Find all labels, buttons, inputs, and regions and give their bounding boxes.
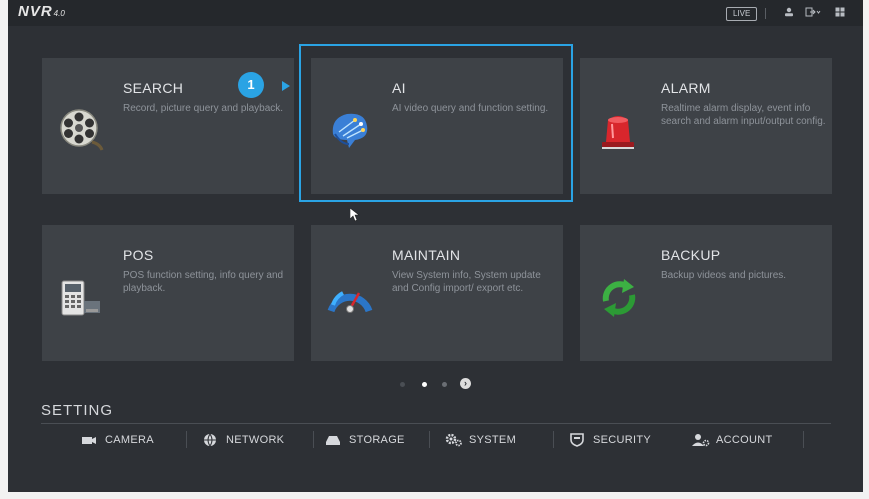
setting-label: SECURITY [593,434,652,446]
tile-pos[interactable]: POS POS function setting, info query and… [42,225,294,361]
setting-network[interactable]: NETWORK [202,430,284,450]
page-dot[interactable] [400,382,405,387]
setting-label: ACCOUNT [716,434,773,446]
tile-alarm[interactable]: ALARM Realtime alarm display, event info… [580,58,832,194]
tile-description: Realtime alarm display, event info searc… [661,103,826,127]
setting-separator [429,431,430,448]
setting-separator [313,431,314,448]
tile-title: POS [123,247,154,263]
tile-title: ALARM [661,80,711,96]
sync-arrows-icon [594,271,644,321]
mouse-cursor-icon [349,207,360,227]
step-arrow-icon [282,81,290,91]
page-indicator: › [400,378,480,390]
user-icon[interactable] [784,7,794,21]
grid-menu-icon[interactable] [835,7,845,21]
next-page-icon[interactable]: › [460,378,471,389]
top-bar: NVR4.0 LIVE [8,0,863,26]
setting-storage[interactable]: STORAGE [325,430,405,450]
film-reel-icon [56,104,106,154]
setting-system[interactable]: SYSTEM [445,430,516,450]
alarm-siren-icon [594,104,644,154]
camera-icon [81,433,97,447]
nvr-logo: NVR4.0 [18,3,65,20]
network-globe-icon [202,433,218,447]
gauge-icon [325,271,375,321]
setting-title: SETTING [41,402,114,419]
live-button[interactable]: LIVE [726,7,758,21]
setting-camera[interactable]: CAMERA [81,430,154,450]
page-dot[interactable] [442,382,447,387]
gears-icon [445,433,462,447]
tile-title: BACKUP [661,247,721,263]
setting-security[interactable]: SECURITY [569,430,651,450]
nvr-main-menu: NVR4.0 LIVE SEARCH Record, picture query… [8,0,863,492]
setting-separator [803,431,804,448]
setting-divider [41,423,831,424]
setting-separator [186,431,187,448]
setting-label: STORAGE [349,434,405,446]
setting-label: NETWORK [226,434,285,446]
page-dot-active[interactable] [422,382,427,387]
tile-description: Backup videos and pictures. [661,270,787,281]
storage-drive-icon [325,433,341,447]
ai-highlight-frame [299,44,573,202]
user-gear-icon [692,433,710,447]
setting-label: SYSTEM [469,434,517,446]
tile-backup[interactable]: BACKUP Backup videos and pictures. [580,225,832,361]
setting-account[interactable]: ACCOUNT [692,430,773,450]
tile-description: View System info, System update and Conf… [392,270,541,294]
tile-title: SEARCH [123,80,184,96]
tile-description: POS function setting, info query and pla… [123,270,284,294]
tile-maintain[interactable]: MAINTAIN View System info, System update… [311,225,563,361]
logout-icon[interactable] [805,7,821,21]
tile-description: Record, picture query and playback. [123,103,284,114]
shield-icon [569,433,585,447]
step-badge: 1 [238,72,264,98]
setting-label: CAMERA [105,434,154,446]
top-divider [765,8,766,19]
pos-terminal-icon [56,271,106,321]
tile-title: MAINTAIN [392,247,461,263]
setting-separator [553,431,554,448]
